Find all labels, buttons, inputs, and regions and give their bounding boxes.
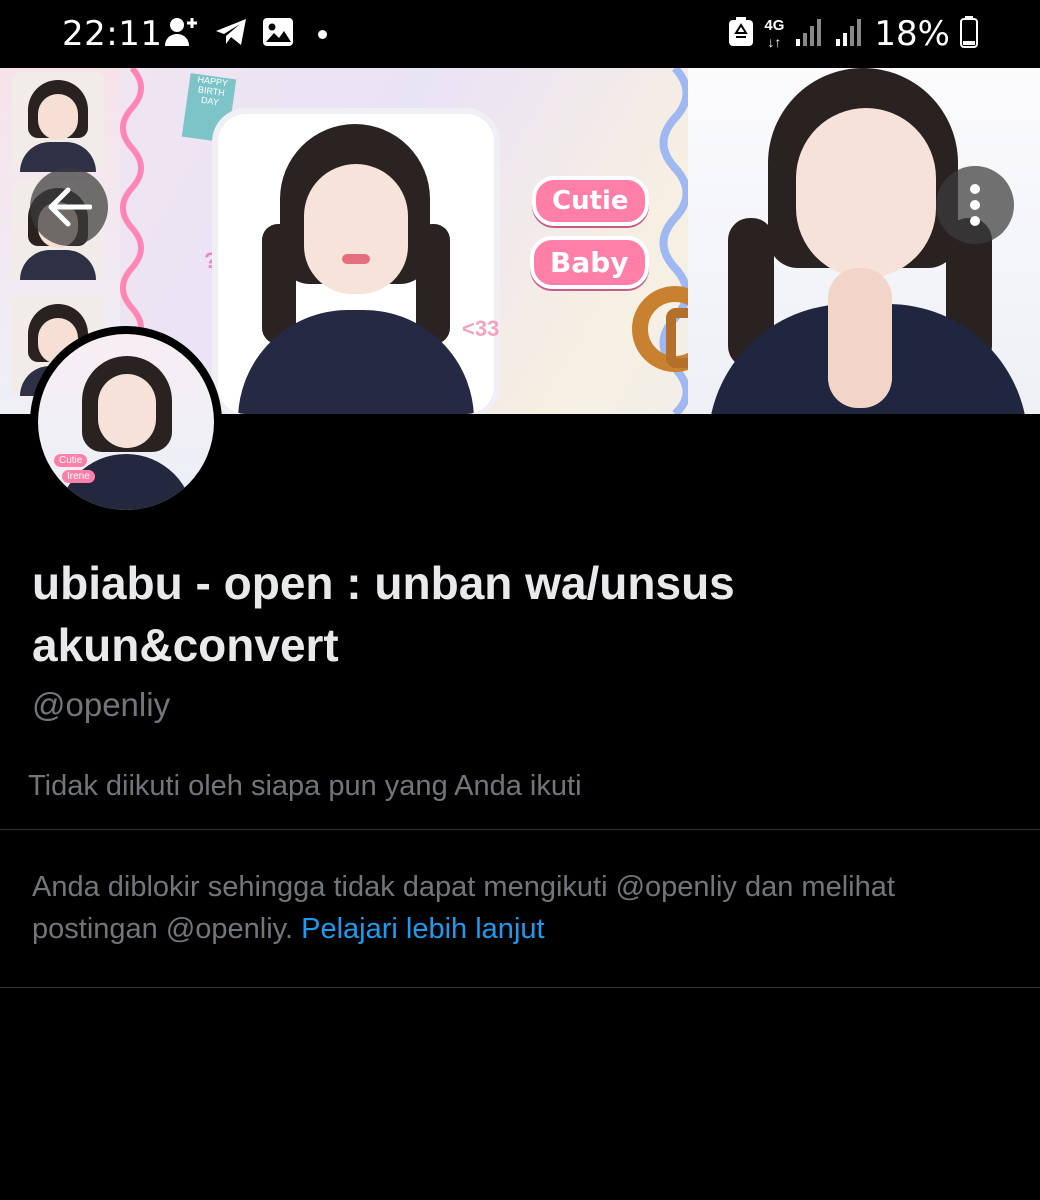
avatar-cutie-tag: Cutie	[54, 454, 88, 467]
recycle-icon	[728, 16, 754, 52]
status-right-icons: 4G ↓↑ 18%	[728, 14, 978, 54]
signal-icon	[794, 17, 824, 52]
gallery-icon	[262, 17, 294, 52]
more-options-button[interactable]	[936, 166, 1014, 244]
banner-thumb-photo	[12, 72, 104, 172]
signal-icon	[834, 17, 864, 52]
learn-more-link[interactable]: Pelajari lebih lanjut	[301, 913, 544, 945]
cutie-sticker: Cutie	[532, 176, 649, 226]
profile-display-name: ubiabu - open : unban wa/unsus akun&conv…	[32, 557, 735, 671]
battery-percent: 18%	[874, 14, 950, 54]
add-contact-icon	[164, 16, 200, 53]
status-time: 22:11	[62, 14, 163, 54]
avatar-irene-tag: Irene	[62, 470, 95, 483]
network-icon: 4G ↓↑	[764, 17, 785, 51]
notification-dot-icon	[318, 30, 327, 39]
divider	[0, 829, 1040, 830]
battery-icon	[960, 15, 978, 53]
profile-avatar[interactable]: Cutie Irene	[30, 326, 222, 518]
profile-handle: @openliy	[32, 686, 171, 723]
telegram-icon	[214, 17, 248, 52]
divider	[0, 987, 1040, 988]
network-type-label: 4G	[764, 17, 785, 34]
banner-center-photo	[218, 114, 494, 414]
blocked-notice: Anda diblokir sehingga tidak dapat mengi…	[32, 866, 1022, 950]
status-left-icons	[164, 16, 327, 53]
more-vertical-icon	[970, 184, 980, 226]
back-button[interactable]	[30, 168, 108, 246]
arrow-left-icon	[48, 187, 92, 227]
followed-by-text: Tidak diikuti oleh siapa pun yang Anda i…	[28, 770, 582, 802]
avatar-image: Cutie Irene	[38, 334, 214, 510]
heart-text-sticker: <33	[462, 316, 500, 341]
baby-sticker: Baby	[530, 236, 649, 289]
status-bar: 22:11 4G ↓↑ 18%	[0, 0, 1040, 68]
